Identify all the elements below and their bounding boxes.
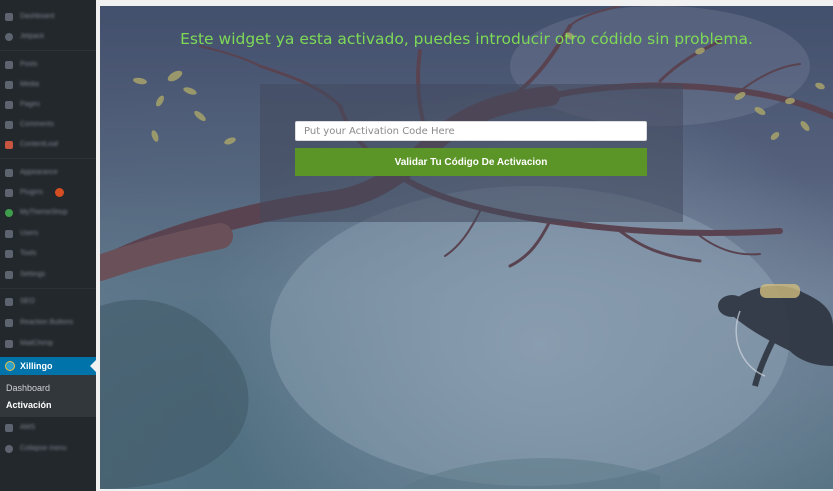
sidebar-item-label: Jetpack [20, 33, 45, 40]
collapse-menu-button[interactable]: Collapse menu [0, 441, 96, 457]
sidebar-item-plugins[interactable]: Plugins [0, 185, 96, 201]
admin-sidebar: Dashboard Jetpack Posts Media Pages Comm… [0, 0, 96, 491]
current-menu-arrow-icon [90, 360, 96, 372]
sidebar-separator [0, 158, 96, 159]
sidebar-item-mythemeshop[interactable]: MyThemeShop [0, 205, 96, 221]
xillingo-icon [5, 361, 15, 371]
sidebar-separator [0, 288, 96, 289]
comments-icon [5, 121, 13, 129]
sidebar-item-ams[interactable]: AMS [0, 420, 96, 436]
users-icon [5, 230, 13, 238]
sidebar-item-label: Pages [20, 101, 40, 108]
jetpack-icon [5, 33, 13, 41]
validate-activation-button[interactable]: Validar Tu Código De Activacion [295, 148, 647, 176]
sidebar-item-users[interactable]: Users [0, 226, 96, 242]
leaf-icon [5, 141, 13, 149]
sidebar-item-media[interactable]: Media [0, 77, 96, 93]
sidebar-item-label: Appearance [20, 169, 58, 176]
submenu-item-dashboard[interactable]: Dashboard [6, 382, 50, 394]
collapse-icon [5, 445, 13, 453]
sidebar-separator [0, 50, 96, 51]
reaction-icon [5, 319, 13, 327]
sidebar-item-jetpack[interactable]: Jetpack [0, 29, 96, 45]
sidebar-item-mailchimp[interactable]: MailChimp [0, 336, 96, 352]
submenu-item-activacion[interactable]: Activación [6, 399, 52, 411]
brush-icon [5, 169, 13, 177]
mythemeshop-icon [5, 209, 13, 217]
pin-icon [5, 61, 13, 69]
sidebar-item-label: MyThemeShop [20, 209, 68, 216]
sidebar-item-label: MailChimp [20, 340, 54, 347]
sidebar-item-label: Xillingo [20, 361, 53, 371]
sidebar-item-label: AMS [20, 424, 36, 431]
ams-icon [5, 424, 13, 432]
sidebar-item-xillingo[interactable]: Xillingo [0, 357, 96, 375]
dashboard-icon [5, 13, 13, 21]
mail-icon [5, 340, 13, 348]
plugin-icon [5, 189, 13, 197]
sidebar-item-comments[interactable]: Comments [0, 117, 96, 133]
sidebar-item-pages[interactable]: Pages [0, 97, 96, 113]
activation-status-heading: Este widget ya esta activado, puedes int… [180, 30, 753, 48]
sidebar-item-label: Reaction Buttons [20, 319, 74, 326]
sidebar-item-posts[interactable]: Posts [0, 57, 96, 73]
settings-icon [5, 271, 13, 279]
sidebar-item-reaction-buttons[interactable]: Reaction Buttons [0, 315, 96, 331]
sidebar-item-dashboard[interactable]: Dashboard [0, 9, 96, 25]
sidebar-item-label: Collapse menu [20, 445, 67, 452]
pages-icon [5, 101, 13, 109]
sidebar-item-label: Tools [20, 250, 37, 257]
sidebar-item-label: Users [20, 230, 39, 237]
update-badge [55, 188, 64, 197]
sidebar-item-label: Comments [20, 121, 54, 128]
sidebar-item-label: Dashboard [20, 13, 55, 20]
sidebar-item-label: Posts [20, 61, 38, 68]
media-icon [5, 81, 13, 89]
xillingo-submenu: Dashboard Activación [0, 375, 96, 417]
seo-icon [5, 298, 13, 306]
sidebar-item-label: SEO [20, 298, 35, 305]
sidebar-item-seo[interactable]: SEO [0, 294, 96, 310]
activation-widget: Este widget ya esta activado, puedes int… [100, 6, 833, 489]
activation-code-input[interactable] [295, 121, 647, 141]
underwater-background-image [100, 6, 833, 489]
sidebar-item-settings[interactable]: Settings [0, 267, 96, 283]
wrench-icon [5, 250, 13, 258]
sidebar-item-label: ContentLeaf [20, 141, 59, 148]
sidebar-item-contentleaf[interactable]: ContentLeaf [0, 137, 96, 153]
sidebar-item-tools[interactable]: Tools [0, 246, 96, 262]
sidebar-item-label: Media [20, 81, 40, 88]
sidebar-item-label: Settings [20, 271, 46, 278]
sidebar-item-label: Plugins [20, 189, 43, 196]
sidebar-item-appearance[interactable]: Appearance [0, 165, 96, 181]
